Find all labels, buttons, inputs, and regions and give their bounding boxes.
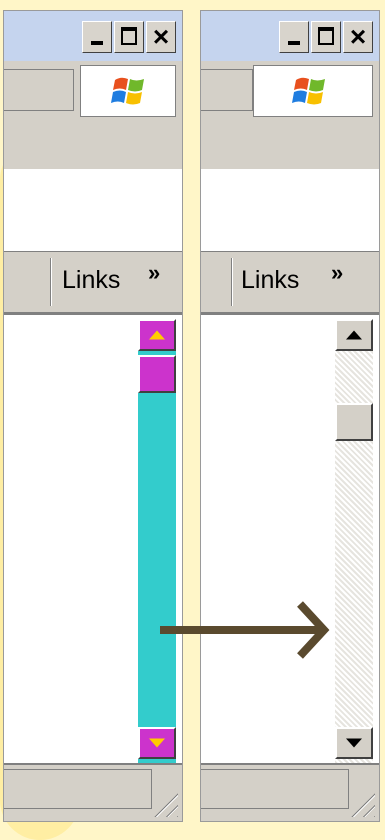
window-customized: × Links »: [3, 10, 183, 822]
minimize-button[interactable]: [279, 21, 309, 53]
chevron-icon[interactable]: »: [331, 260, 344, 286]
scroll-up-button[interactable]: [138, 319, 176, 351]
maximize-icon: [121, 27, 137, 45]
maximize-icon: [318, 27, 334, 45]
window-classic: × Links »: [200, 10, 380, 822]
minimize-icon: [91, 41, 103, 45]
close-icon: ×: [152, 21, 170, 52]
status-bar: [4, 763, 182, 821]
down-arrow-icon: [346, 738, 362, 748]
scroll-up-button[interactable]: [335, 319, 373, 351]
status-pane: [201, 769, 349, 809]
scroll-down-button[interactable]: [335, 727, 373, 759]
links-label[interactable]: Links: [62, 266, 120, 295]
maximize-button[interactable]: [311, 21, 341, 53]
status-bar: [201, 763, 379, 821]
right-arrow-icon: [160, 601, 330, 659]
up-arrow-icon: [149, 330, 165, 340]
links-toolbar: Links »: [201, 251, 379, 313]
chevron-icon[interactable]: »: [148, 260, 161, 286]
caption-buttons: ×: [279, 21, 373, 53]
vertical-scrollbar[interactable]: [335, 319, 373, 763]
status-pane: [4, 769, 152, 809]
scroll-down-button[interactable]: [138, 727, 176, 759]
close-icon: ×: [349, 21, 367, 52]
content-area: [4, 313, 182, 763]
resize-grip-icon[interactable]: [152, 791, 178, 817]
windows-logo-box: [253, 65, 373, 117]
windows-flag-icon: [111, 77, 144, 105]
menu-box: [201, 69, 253, 111]
resize-grip-icon[interactable]: [349, 791, 375, 817]
menu-bar: [4, 61, 182, 169]
content-area: [201, 313, 379, 763]
down-arrow-icon: [149, 738, 165, 748]
minimize-button[interactable]: [82, 21, 112, 53]
scroll-thumb[interactable]: [138, 355, 176, 393]
caption-buttons: ×: [82, 21, 176, 53]
title-bar: ×: [4, 11, 182, 61]
windows-logo-box: [80, 65, 176, 117]
close-button[interactable]: ×: [343, 21, 373, 53]
toolbar-separator: [231, 258, 233, 306]
close-button[interactable]: ×: [146, 21, 176, 53]
links-label[interactable]: Links: [241, 266, 299, 295]
up-arrow-icon: [346, 330, 362, 340]
links-toolbar: Links »: [4, 251, 182, 313]
maximize-button[interactable]: [114, 21, 144, 53]
menu-box: [4, 69, 74, 111]
menu-bar: [201, 61, 379, 169]
windows-flag-icon: [292, 77, 325, 105]
scroll-thumb[interactable]: [335, 403, 373, 441]
vertical-scrollbar[interactable]: [138, 319, 176, 763]
minimize-icon: [288, 41, 300, 45]
title-bar: ×: [201, 11, 379, 61]
toolbar-separator: [50, 258, 52, 306]
